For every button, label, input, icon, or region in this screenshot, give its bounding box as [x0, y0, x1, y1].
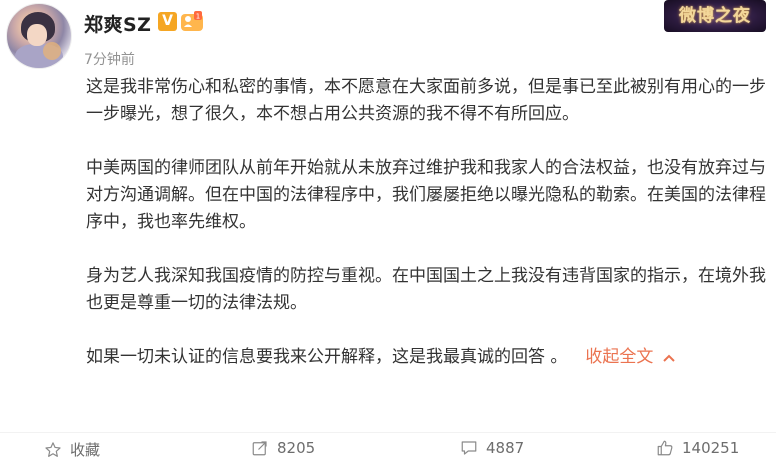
favorite-label: 收藏	[70, 441, 101, 459]
post-paragraph: 中美两国的律师团队从前年开始就从未放弃过维护我和我家人的合法权益，也没有放弃过与…	[86, 158, 766, 232]
action-bar: 收藏 8205 4887 140251	[0, 432, 776, 464]
post-content: 这是我非常伤心和私密的事情，本不愿意在大家面前多说，但是事已至此被别有用心的一步…	[86, 74, 766, 372]
share-count: 8205	[277, 439, 316, 457]
avatar-face-shape	[27, 24, 47, 46]
post-paragraph: 如果一切未认证的信息要我来公开解释，这是我最真诚的回答 。	[86, 347, 568, 367]
post-paragraph-last: 如果一切未认证的信息要我来公开解释，这是我最真诚的回答 。收起全文	[86, 344, 766, 372]
like-count: 140251	[682, 439, 740, 457]
avatar[interactable]	[6, 3, 72, 69]
username[interactable]: 郑爽SZ	[84, 10, 151, 37]
avatar-flower-shape	[43, 42, 61, 60]
favorite-button[interactable]: 收藏	[44, 439, 100, 460]
collapse-label: 收起全文	[585, 347, 654, 367]
chevron-up-icon	[663, 345, 676, 372]
post-paragraph: 这是我非常伤心和私密的事情，本不愿意在大家面前多说，但是事已至此被别有用心的一步…	[86, 77, 766, 124]
post-timestamp[interactable]: 7分钟前	[84, 49, 135, 69]
event-badge[interactable]: 微博之夜	[664, 0, 766, 32]
vip-badge[interactable]: V	[158, 12, 177, 31]
fan-badge-icon[interactable]: 1	[180, 9, 204, 33]
svg-text:1: 1	[196, 13, 200, 21]
comment-button[interactable]: 4887	[460, 439, 524, 457]
star-icon	[45, 441, 61, 457]
share-button[interactable]: 8205	[251, 439, 315, 457]
thumbs-up-icon	[657, 440, 673, 456]
share-icon	[252, 441, 267, 456]
comment-icon	[461, 441, 477, 455]
comment-count: 4887	[486, 439, 525, 457]
like-button[interactable]: 140251	[656, 439, 739, 457]
post-paragraph: 身为艺人我深知我国疫情的防控与重视。在中国国土之上我没有违背国家的指示，在境外我…	[86, 266, 766, 313]
collapse-button[interactable]: 收起全文	[585, 347, 676, 367]
